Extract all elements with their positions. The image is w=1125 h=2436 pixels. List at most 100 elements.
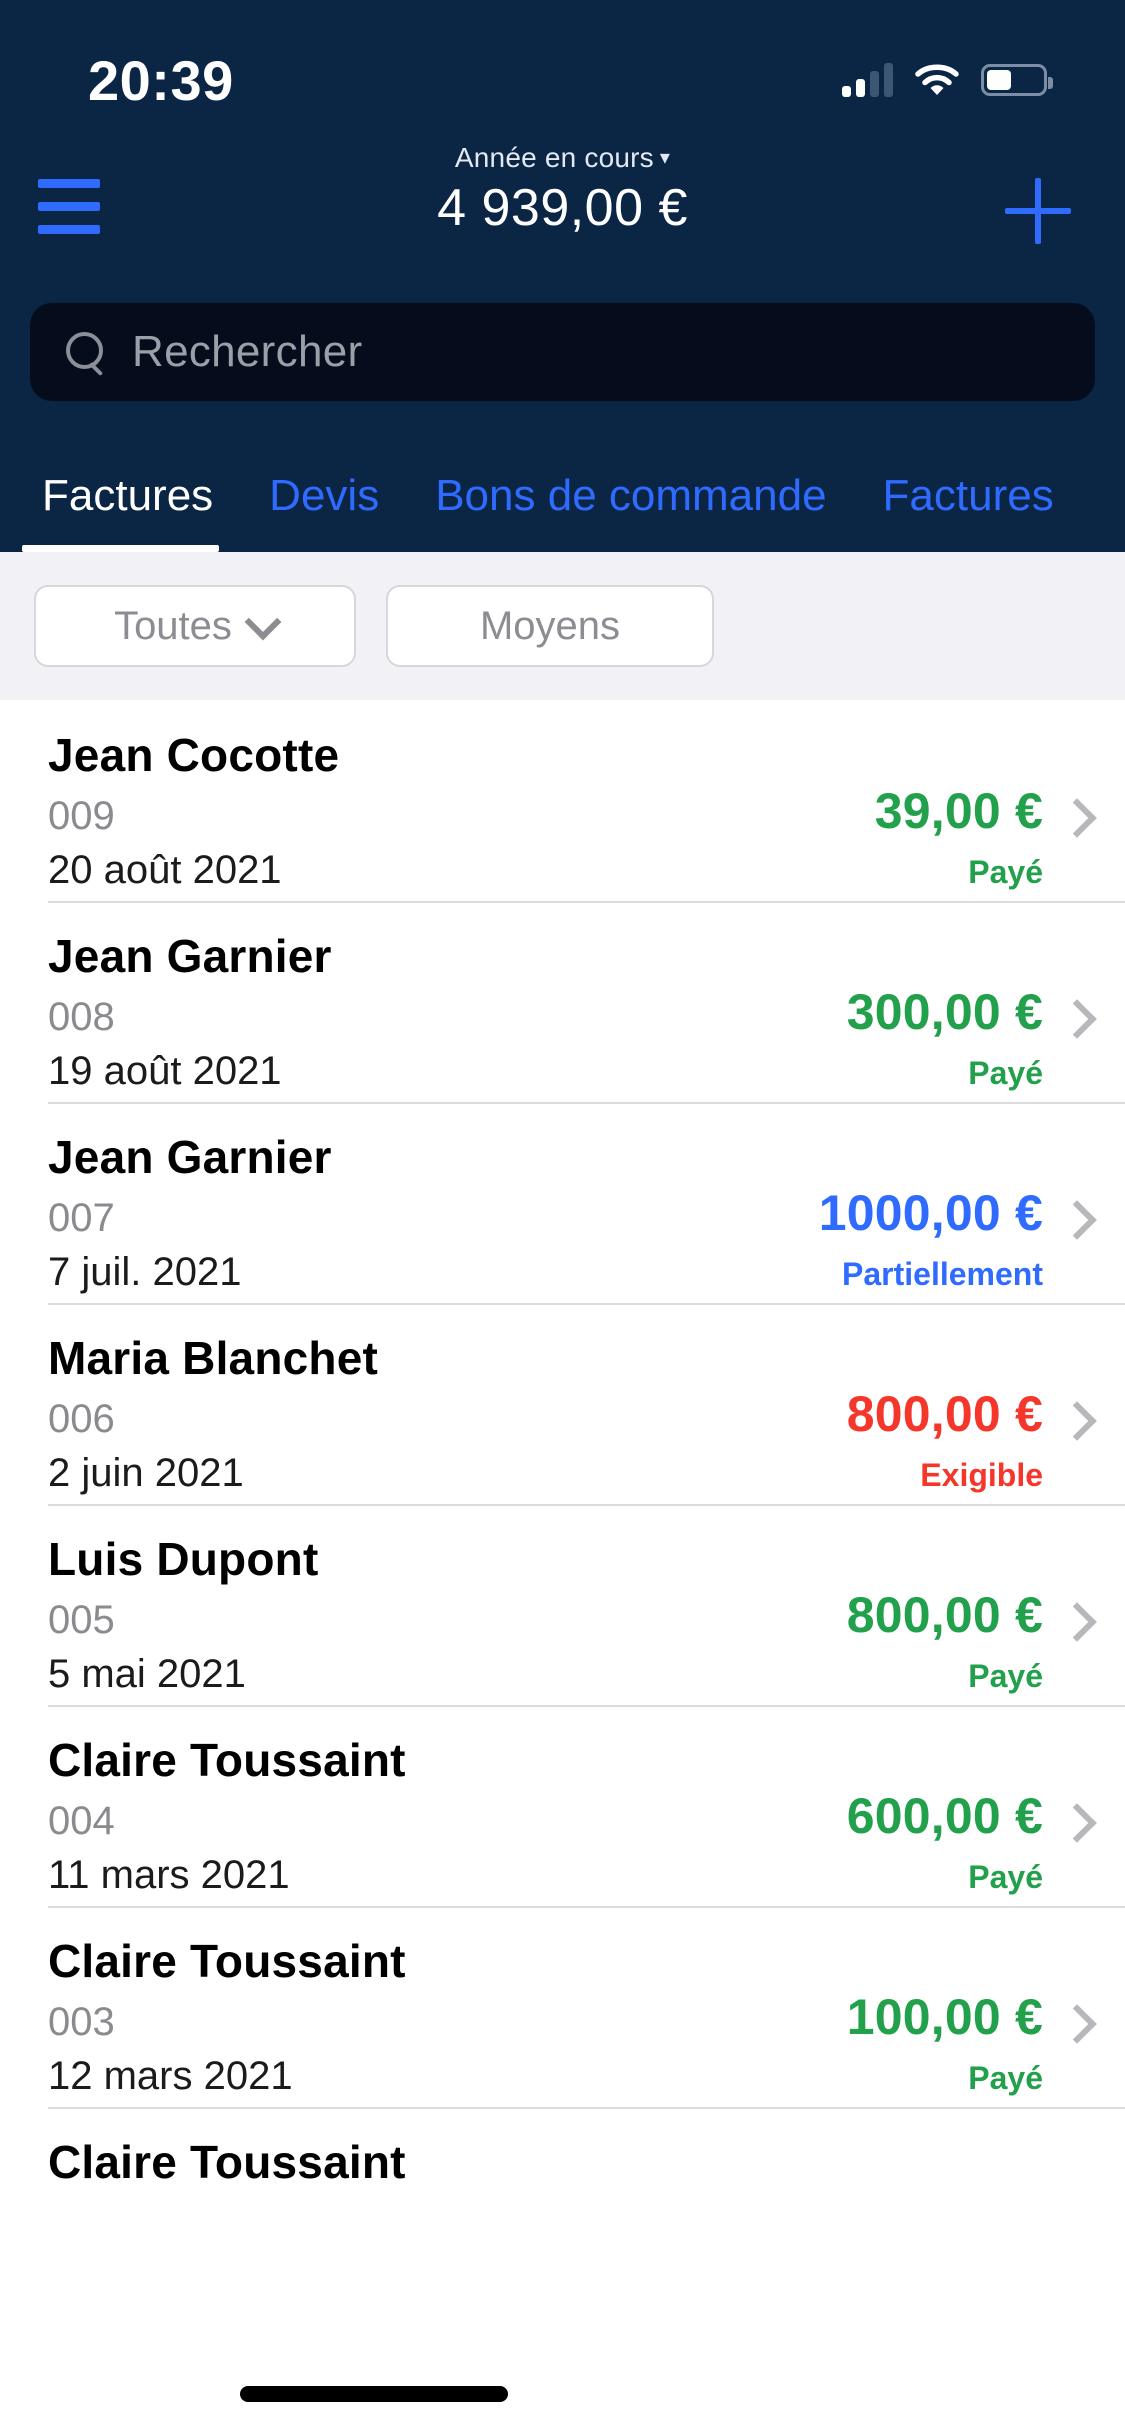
- search-icon: [66, 332, 106, 372]
- invoice-row-right: 100,00 € Payé: [847, 1936, 1087, 2097]
- invoice-row-right: 39,00 € Payé: [875, 730, 1087, 891]
- invoice-row[interactable]: Claire Toussaint: [0, 2107, 1125, 2308]
- invoice-status-badge: Payé: [968, 1055, 1043, 1091]
- invoice-row[interactable]: Maria Blanchet 006 2 juin 2021 800,00 € Exig…: [0, 1303, 1125, 1504]
- search-input[interactable]: Rechercher: [30, 303, 1095, 401]
- nav-title-block: Année en cours ▾ 4 939,00 €: [0, 142, 1125, 238]
- invoice-row[interactable]: Claire Toussaint 004 11 mars 2021 600,00 € P…: [0, 1705, 1125, 1906]
- invoice-row-left: Jean Cocotte 009 20 août 2021: [48, 729, 875, 892]
- period-selector[interactable]: Année en cours ▾: [455, 142, 670, 174]
- invoice-row-left: Luis Dupont 005 5 mai 2021: [48, 1533, 847, 1696]
- invoice-amount: 300,00 €: [846, 984, 1043, 1040]
- invoice-row[interactable]: Jean Cocotte 009 20 août 2021 39,00 € Payé: [0, 700, 1125, 901]
- chevron-down-icon: ▾: [659, 147, 671, 169]
- invoice-amount-block: 800,00 € Payé: [847, 1586, 1043, 1695]
- invoice-row-right: 300,00 € Payé: [847, 931, 1087, 1092]
- status-bar-time: 20:39: [88, 48, 234, 112]
- chevron-right-icon: [1063, 1401, 1087, 1441]
- app-screen: 20:39 Année en cours ▾ 4 939,00 € Recher…: [0, 0, 1125, 2436]
- invoice-amount-block: 300,00 € Payé: [847, 983, 1043, 1092]
- invoice-row-left: Jean Garnier 007 7 juil. 2021: [48, 1131, 819, 1294]
- tab-devis[interactable]: Devis: [241, 440, 407, 552]
- chevron-right-icon: [1063, 798, 1087, 838]
- invoice-row[interactable]: Luis Dupont 005 5 mai 2021 800,00 € Payé: [0, 1504, 1125, 1705]
- battery-icon: [981, 64, 1053, 96]
- tab-factures-secondary[interactable]: Factures: [855, 440, 1082, 552]
- invoice-amount-block: 1000,00 € Partiellement: [819, 1184, 1043, 1293]
- chevron-right-icon: [1063, 2004, 1087, 2044]
- tab-bons-de-commande[interactable]: Bons de commande: [407, 440, 854, 552]
- invoice-row-right: 800,00 € Exigible: [847, 1333, 1087, 1494]
- invoice-number: 009: [48, 793, 115, 838]
- invoice-number: 003: [48, 1999, 115, 2044]
- tab-factures[interactable]: Factures: [0, 440, 241, 552]
- total-amount: 4 939,00 €: [437, 179, 688, 237]
- invoice-amount-block: 100,00 € Payé: [847, 1988, 1043, 2097]
- invoice-row-right: 800,00 € Payé: [847, 1534, 1087, 1695]
- invoice-amount-block: 800,00 € Exigible: [847, 1385, 1043, 1494]
- invoice-status-badge: Payé: [968, 1658, 1043, 1694]
- chevron-right-icon: [1063, 1803, 1087, 1843]
- invoice-client-name: Claire Toussaint: [48, 1935, 406, 1987]
- wifi-icon: [915, 63, 959, 97]
- invoice-status-badge: Payé: [968, 1859, 1043, 1895]
- tab-label: Factures: [42, 471, 214, 520]
- invoice-client-name: Luis Dupont: [48, 1533, 319, 1585]
- invoice-number: 005: [48, 1597, 115, 1642]
- invoice-amount: 1000,00 €: [818, 1185, 1043, 1241]
- invoice-status-badge: Partiellement: [842, 1256, 1043, 1292]
- invoice-amount-block: 600,00 € Payé: [847, 1787, 1043, 1896]
- invoice-amount: 39,00 €: [874, 783, 1043, 839]
- tab-bar[interactable]: Factures Devis Bons de commande Factures: [0, 440, 1125, 552]
- invoice-status-badge: Exigible: [920, 1457, 1043, 1493]
- tab-label: Bons de commande: [435, 471, 827, 520]
- invoice-row-left: Maria Blanchet 006 2 juin 2021: [48, 1332, 847, 1495]
- invoice-row-left: Claire Toussaint: [48, 2136, 1087, 2211]
- chevron-right-icon: [1063, 1602, 1087, 1642]
- tab-label: Factures: [882, 471, 1054, 520]
- invoice-date: 20 août 2021: [48, 847, 282, 892]
- invoice-client-name: Jean Garnier: [48, 1131, 332, 1183]
- invoice-number: 006: [48, 1396, 115, 1441]
- invoice-amount-block: 39,00 € Payé: [875, 782, 1043, 891]
- status-bar: 20:39: [0, 0, 1125, 150]
- invoice-client-name: Jean Cocotte: [48, 729, 340, 781]
- invoice-row[interactable]: Claire Toussaint 003 12 mars 2021 100,00 € P…: [0, 1906, 1125, 2107]
- invoice-status-badge: Payé: [968, 854, 1043, 890]
- invoice-row-left: Jean Garnier 008 19 août 2021: [48, 930, 847, 1093]
- tab-label: Devis: [269, 471, 380, 520]
- invoice-row-left: Claire Toussaint 003 12 mars 2021: [48, 1935, 847, 2098]
- invoice-client-name: Claire Toussaint: [48, 1734, 406, 1786]
- invoice-date: 7 juil. 2021: [48, 1249, 242, 1294]
- invoice-row[interactable]: Jean Garnier 007 7 juil. 2021 1000,00 € Part…: [0, 1102, 1125, 1303]
- invoice-amount: 600,00 €: [846, 1788, 1043, 1844]
- filter-bar: Toutes Moyens: [0, 552, 1125, 700]
- invoice-date: 19 août 2021: [48, 1048, 282, 1093]
- search-placeholder: Rechercher: [132, 327, 363, 376]
- filter-means-button[interactable]: Moyens: [386, 585, 714, 667]
- invoice-amount: 800,00 €: [846, 1587, 1043, 1643]
- invoice-number: 008: [48, 994, 115, 1039]
- invoice-amount: 800,00 €: [846, 1386, 1043, 1442]
- invoice-row-right: 600,00 € Payé: [847, 1735, 1087, 1896]
- invoice-client-name: Claire Toussaint: [48, 2136, 406, 2188]
- top-nav-bar: Année en cours ▾ 4 939,00 €: [0, 142, 1125, 260]
- invoice-date: 5 mai 2021: [48, 1651, 246, 1696]
- filter-all-label: Toutes: [114, 603, 232, 648]
- invoice-client-name: Jean Garnier: [48, 930, 332, 982]
- invoice-status-badge: Payé: [968, 2060, 1043, 2096]
- plus-icon[interactable]: [1003, 176, 1073, 246]
- invoice-number: 004: [48, 1798, 115, 1843]
- invoice-number: 007: [48, 1195, 115, 1240]
- invoice-date: 2 juin 2021: [48, 1450, 244, 1495]
- filter-means-label: Moyens: [479, 603, 621, 648]
- filter-all-dropdown[interactable]: Toutes: [34, 585, 356, 667]
- invoice-date: 11 mars 2021: [48, 1852, 290, 1897]
- invoice-row[interactable]: Jean Garnier 008 19 août 2021 300,00 € Payé: [0, 901, 1125, 1102]
- invoice-date: 12 mars 2021: [48, 2053, 293, 2098]
- period-label: Année en cours: [454, 142, 654, 173]
- chevron-right-icon: [1063, 999, 1087, 1039]
- cellular-signal-icon: [842, 63, 893, 97]
- invoice-list[interactable]: Jean Cocotte 009 20 août 2021 39,00 € Payé Je…: [0, 700, 1125, 2436]
- home-indicator: [240, 2386, 508, 2402]
